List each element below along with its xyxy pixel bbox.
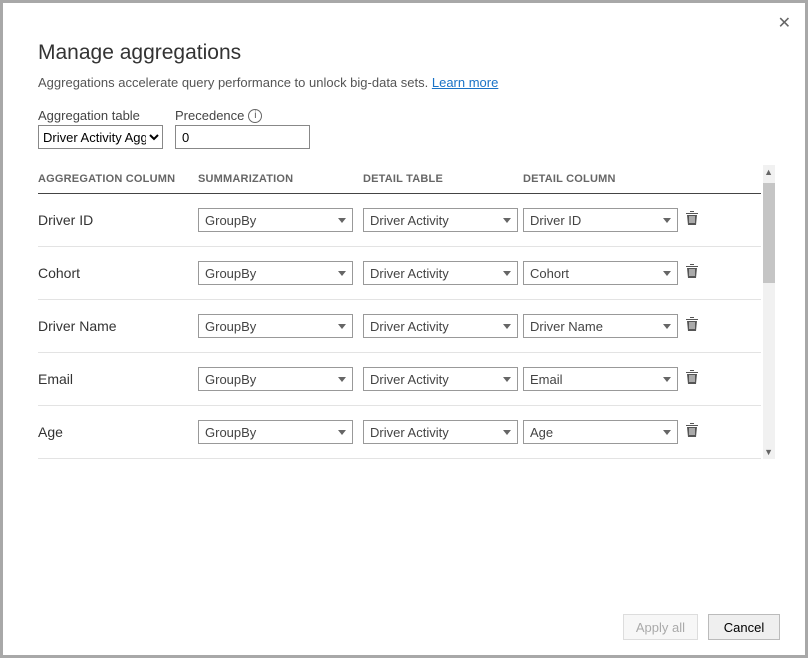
detail-table-select[interactable]: Driver Activity [363,208,518,232]
header-detail-column: DETAIL COLUMN [523,173,683,185]
delete-row-button[interactable] [683,423,701,441]
scroll-down-icon[interactable]: ▼ [764,447,773,457]
trash-icon [685,369,699,390]
subtitle-text: Aggregations accelerate query performanc… [38,75,428,90]
close-button[interactable]: ✕ [778,13,791,33]
detail-column-select[interactable]: Driver Name [523,314,678,338]
delete-row-button[interactable] [683,370,701,388]
scroll-up-icon[interactable]: ▲ [764,167,773,177]
summarization-select[interactable]: GroupBy [198,208,353,232]
aggregation-table-group: Aggregation table Driver Activity Agg [38,108,163,149]
scrollbar-track[interactable]: ▲ ▼ [763,165,775,459]
detail-table-select[interactable]: Driver Activity [363,261,518,285]
header-detail-table: DETAIL TABLE [363,173,523,185]
trash-icon [685,263,699,284]
table-row: Driver NameGroupByDriver ActivityDriver … [38,300,761,353]
precedence-input[interactable] [175,125,310,149]
table-row: Driver IDGroupByDriver ActivityDriver ID [38,194,761,247]
detail-table-select[interactable]: Driver Activity [363,420,518,444]
summarization-select[interactable]: GroupBy [198,314,353,338]
aggregation-column-name: Driver ID [38,212,198,228]
table-row: CohortGroupByDriver ActivityCohort [38,247,761,300]
aggregation-table-label: Aggregation table [38,108,163,123]
detail-column-select[interactable]: Cohort [523,261,678,285]
table-row: AgeGroupByDriver ActivityAge [38,406,761,459]
summarization-select[interactable]: GroupBy [198,420,353,444]
summarization-select[interactable]: GroupBy [198,367,353,391]
cancel-button[interactable]: Cancel [708,614,780,640]
detail-table-select[interactable]: Driver Activity [363,367,518,391]
dialog-title: Manage aggregations [38,41,775,65]
summarization-select[interactable]: GroupBy [198,261,353,285]
aggregation-column-name: Cohort [38,265,198,281]
close-icon: ✕ [778,15,791,32]
detail-column-select[interactable]: Email [523,367,678,391]
dialog-footer: Apply all Cancel [623,614,780,640]
table-header-row: AGGREGATION COLUMN SUMMARIZATION DETAIL … [38,165,761,194]
aggregation-column-name: Driver Name [38,318,198,334]
detail-column-select[interactable]: Age [523,420,678,444]
aggregation-column-name: Age [38,424,198,440]
header-summarization: SUMMARIZATION [198,173,363,185]
detail-column-select[interactable]: Driver ID [523,208,678,232]
info-icon[interactable]: i [248,109,262,123]
trash-icon [685,316,699,337]
delete-row-button[interactable] [683,264,701,282]
aggregation-table-select[interactable]: Driver Activity Agg [38,125,163,149]
table-row: EmailGroupByDriver ActivityEmail [38,353,761,406]
delete-row-button[interactable] [683,211,701,229]
aggregation-column-name: Email [38,371,198,387]
header-aggregation-column: AGGREGATION COLUMN [38,173,198,185]
trash-icon [685,422,699,443]
precedence-label: Precedence i [175,108,310,123]
trash-icon [685,210,699,231]
manage-aggregations-dialog: ✕ Manage aggregations Aggregations accel… [3,3,805,655]
controls-row: Aggregation table Driver Activity Agg Pr… [38,108,775,149]
scrollbar-thumb[interactable] [763,183,775,283]
delete-row-button[interactable] [683,317,701,335]
aggregations-table: ▲ ▼ AGGREGATION COLUMN SUMMARIZATION DET… [38,165,775,459]
precedence-group: Precedence i [175,108,310,149]
rows-container: Driver IDGroupByDriver ActivityDriver ID… [38,194,761,459]
learn-more-link[interactable]: Learn more [432,75,498,90]
detail-table-select[interactable]: Driver Activity [363,314,518,338]
dialog-subtitle: Aggregations accelerate query performanc… [38,75,775,90]
apply-all-button[interactable]: Apply all [623,614,698,640]
